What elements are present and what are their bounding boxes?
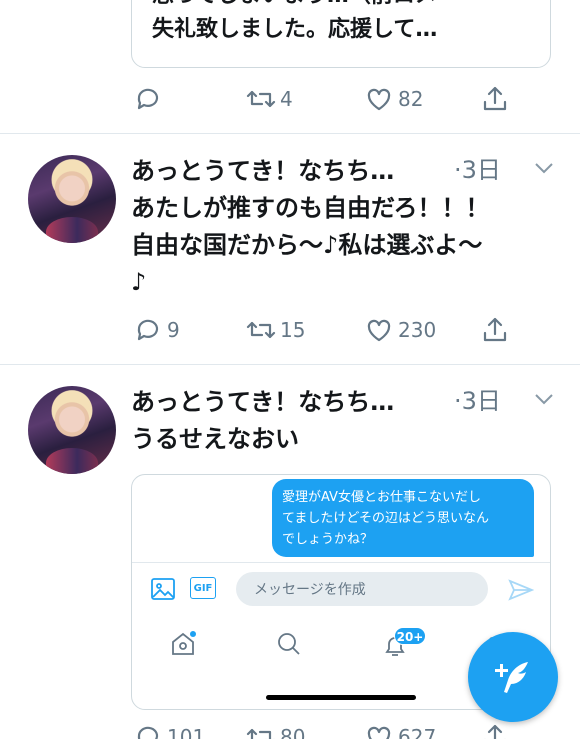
reply-icon [137,88,159,110]
search-icon [276,631,302,661]
retweet-count: 4 [280,87,293,111]
notification-dot [190,631,196,637]
home-indicator [266,695,416,700]
chevron-down-icon[interactable] [533,388,555,410]
share-icon [484,724,506,739]
retweet-button[interactable]: 80 [246,722,305,739]
divider [0,364,580,365]
image-icon [150,577,176,605]
retweet-icon [246,321,276,339]
tweet-text-line: あたしが推すのも自由だろ！！！ [131,194,490,222]
divider [0,133,580,134]
share-icon [483,86,507,111]
tweet-text-line: 自由な国だから〜♪私は選ぶよ〜 [131,231,483,259]
heart-icon [367,726,391,739]
dm-message-bubble: 愛理がAV女優とお仕事こないだし てましたけどその辺はどう思いなん でしょうかね… [272,479,534,557]
share-button[interactable] [480,315,510,345]
share-button[interactable] [480,84,510,114]
heart-icon [367,319,391,342]
retweet-count: 15 [280,318,306,342]
author-name[interactable]: あっとうてき！なちち… [131,382,394,417]
chevron-down-icon[interactable] [533,157,555,179]
avatar[interactable] [28,386,116,474]
reply-icon [137,726,159,739]
quoted-tweet-text: 失礼致しました。応援して… [152,17,438,42]
avatar[interactable] [28,155,116,243]
notification-badge: 20+ [394,627,426,645]
quoted-tweet-card[interactable]: 思ってしまいまう…（前ロメ 失礼致しました。応援して… [131,0,551,68]
feather-plus-icon [495,662,528,693]
dm-message-line: 愛理がAV女優とお仕事こないだし [282,490,481,505]
quoted-tweet-text-partial: 思ってしまいまう…（前ロメ [152,0,437,9]
divider [132,562,550,563]
reply-icon [137,319,159,341]
like-button[interactable]: 627 [364,722,436,739]
like-count: 230 [398,318,437,342]
retweet-button[interactable]: 15 [246,315,305,345]
gif-icon: GIF [190,577,216,599]
like-count: 627 [398,725,437,739]
reply-count: 9 [167,318,180,342]
author-name[interactable]: あっとうてき！なちち… [131,151,394,186]
heart-icon [367,88,391,111]
tweet-header: あっとうてき！なちち… [131,381,394,417]
tweet-header: あっとうてき！なちち… [131,150,394,186]
tweet-text-line: ♪ [131,268,147,296]
like-count: 82 [398,87,424,111]
like-button[interactable]: 230 [364,315,436,345]
send-icon [508,578,535,606]
tweet-text: うるせえなおい [131,425,299,453]
like-button[interactable]: 82 [364,84,423,114]
reply-count: 101 [167,725,206,739]
tweet-time[interactable]: ·3日 [454,150,501,185]
reply-button[interactable]: 101 [133,722,205,739]
retweet-icon [246,728,275,739]
share-button[interactable] [480,722,510,739]
dm-compose-input: メッセージを作成 [236,572,488,606]
retweet-count: 80 [280,725,306,739]
dm-message-line: てましたけどその辺はどう思いなん [282,511,489,526]
reply-button[interactable]: 9 [133,315,180,345]
compose-tweet-button[interactable] [468,632,558,722]
dm-message-line: でしょうかね？ [282,532,374,547]
share-icon [483,317,507,342]
reply-button[interactable] [133,84,167,114]
tweet-text: あたしが推すのも自由だろ！！！ 自由な国だから〜♪私は選ぶよ〜 ♪ [131,190,551,301]
retweet-button[interactable]: 4 [246,84,293,114]
tweet-time[interactable]: ·3日 [454,381,501,416]
retweet-icon [246,90,276,108]
